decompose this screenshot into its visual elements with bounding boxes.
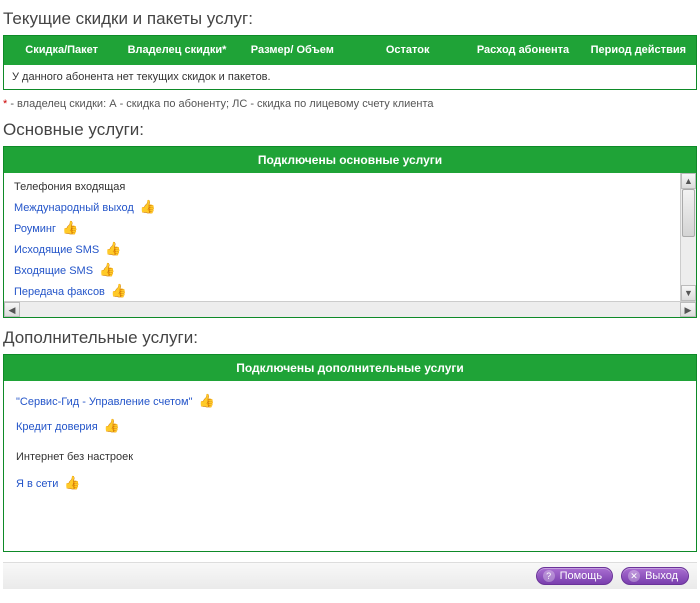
service-link[interactable]: Входящие SMS xyxy=(14,265,93,277)
discounts-footnote: * - владелец скидки: А - скидка по абоне… xyxy=(3,98,697,110)
additional-services-panel: Подключены дополнительные услуги "Сервис… xyxy=(3,354,697,552)
list-item: Интернет без настроек xyxy=(4,445,696,469)
scroll-thumb[interactable] xyxy=(682,189,695,237)
discounts-empty: У данного абонента нет текущих скидок и … xyxy=(4,65,696,89)
list-item: Международный выход 👍 xyxy=(4,197,680,218)
scroll-right-icon[interactable]: ▶ xyxy=(680,302,696,317)
discounts-title: Текущие скидки и пакеты услуг: xyxy=(3,9,697,29)
footer-bar: ? Помощь ✕ Выход xyxy=(3,562,697,589)
col-period: Период действия xyxy=(581,36,696,65)
thumb-up-icon: 👍 xyxy=(105,242,121,255)
additional-services-list: "Сервис-Гид - Управление счетом" 👍 Креди… xyxy=(4,381,696,551)
col-owner: Владелец скидки* xyxy=(119,36,234,65)
main-services-panel: Подключены основные услуги Телефония вхо… xyxy=(3,146,697,318)
service-link[interactable]: Международный выход xyxy=(14,202,134,214)
main-services-list: Телефония входящая Международный выход 👍… xyxy=(4,173,696,301)
main-services-header: Подключены основные услуги xyxy=(4,147,696,173)
thumb-up-icon: 👍 xyxy=(62,221,78,234)
list-item: Исходящие SMS 👍 xyxy=(4,239,680,260)
list-item: Передача факсов 👍 xyxy=(4,281,680,301)
list-item: Я в сети 👍 xyxy=(4,471,696,496)
col-remain: Остаток xyxy=(350,36,465,65)
service-link[interactable]: Передача факсов xyxy=(14,286,105,298)
additional-services-header: Подключены дополнительные услуги xyxy=(4,355,696,381)
service-link[interactable]: Кредит доверия xyxy=(16,421,98,433)
list-item: "Сервис-Гид - Управление счетом" 👍 xyxy=(4,389,696,414)
scroll-down-icon[interactable]: ▼ xyxy=(681,285,696,301)
discounts-header-row: Скидка/Пакет Владелец скидки* Размер/ Об… xyxy=(4,36,696,65)
help-button[interactable]: ? Помощь xyxy=(536,567,614,585)
help-label: Помощь xyxy=(560,570,603,582)
scroll-up-icon[interactable]: ▲ xyxy=(681,173,696,189)
service-link[interactable]: Я в сети xyxy=(16,478,58,490)
col-size: Размер/ Объем xyxy=(235,36,350,65)
scroll-left-icon[interactable]: ◀ xyxy=(4,302,20,317)
exit-label: Выход xyxy=(645,570,678,582)
thumb-up-icon: 👍 xyxy=(111,284,127,297)
list-item: Телефония входящая xyxy=(4,177,680,197)
list-item: Кредит доверия 👍 xyxy=(4,414,696,439)
discounts-panel: Скидка/Пакет Владелец скидки* Размер/ Об… xyxy=(3,35,697,90)
service-link[interactable]: Роуминг xyxy=(14,223,56,235)
thumb-up-icon: 👍 xyxy=(198,394,214,407)
scroll-track-h[interactable] xyxy=(20,302,680,317)
thumb-up-icon: 👍 xyxy=(64,476,80,489)
footnote-text: - владелец скидки: А - скидка по абонент… xyxy=(7,98,433,110)
list-item: Входящие SMS 👍 xyxy=(4,260,680,281)
col-usage: Расход абонента xyxy=(465,36,580,65)
horizontal-scrollbar[interactable]: ◀ ▶ xyxy=(4,301,696,317)
service-label: Телефония входящая xyxy=(14,181,125,193)
additional-services-title: Дополнительные услуги: xyxy=(3,328,697,348)
thumb-up-icon: 👍 xyxy=(140,200,156,213)
service-link[interactable]: "Сервис-Гид - Управление счетом" xyxy=(16,396,192,408)
thumb-up-icon: 👍 xyxy=(104,419,120,432)
service-label: Интернет без настроек xyxy=(16,451,133,463)
list-item: Роуминг 👍 xyxy=(4,218,680,239)
col-discount: Скидка/Пакет xyxy=(4,36,119,65)
help-icon: ? xyxy=(543,570,555,582)
scroll-track[interactable] xyxy=(681,189,696,285)
exit-button[interactable]: ✕ Выход xyxy=(621,567,689,585)
main-services-title: Основные услуги: xyxy=(3,120,697,140)
vertical-scrollbar[interactable]: ▲ ▼ xyxy=(680,173,696,301)
thumb-up-icon: 👍 xyxy=(99,263,115,276)
exit-icon: ✕ xyxy=(628,570,640,582)
service-link[interactable]: Исходящие SMS xyxy=(14,244,99,256)
